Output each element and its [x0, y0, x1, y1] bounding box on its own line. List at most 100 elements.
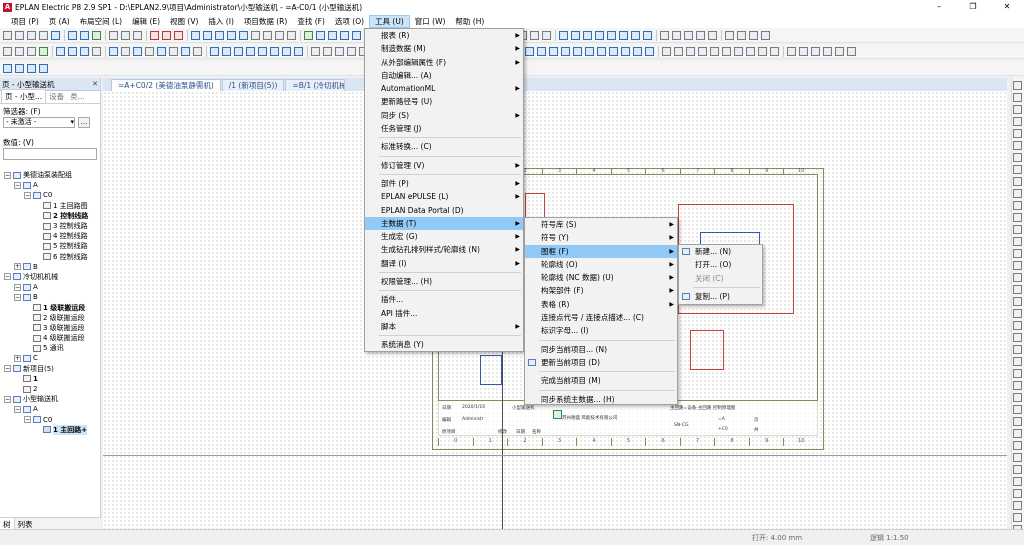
toolbar-button-icon[interactable]	[323, 46, 332, 56]
menu-item-10[interactable]: 窗口 (W)	[410, 15, 451, 28]
toolbar-button-icon[interactable]	[619, 30, 628, 40]
toolbar-button-icon[interactable]	[609, 46, 618, 56]
drawing-tool-icon[interactable]	[1013, 117, 1022, 126]
toolbar-button-icon[interactable]	[725, 30, 734, 40]
drawing-tool-icon[interactable]	[1013, 285, 1022, 294]
menu-item[interactable]: 制造数据 (M) ▶	[365, 42, 523, 55]
toolbar-button-icon[interactable]	[56, 46, 65, 56]
menu-item[interactable]: 轮廓线 (O) ▶	[525, 258, 677, 271]
drawing-tool-icon[interactable]	[1013, 225, 1022, 234]
menu-item[interactable]: 修订管理 (V) ▶	[365, 159, 523, 172]
menu-item-11[interactable]: 帮助 (H)	[450, 15, 489, 28]
toolbar-button-icon[interactable]	[758, 46, 767, 56]
tree-node[interactable]: 3 控制线路	[0, 221, 100, 231]
menu-item[interactable]: 符号库 (S) ▶	[525, 218, 677, 231]
collapse-icon[interactable]: −	[14, 405, 21, 413]
tree-node[interactable]: − A	[0, 180, 100, 190]
drawing-tool-icon[interactable]	[1013, 105, 1022, 114]
document-tab[interactable]: =B/1 (冷切机械)	[285, 79, 346, 91]
tree-node[interactable]: + C	[0, 353, 100, 363]
toolbar-button-icon[interactable]	[193, 46, 202, 56]
toolbar-button-icon[interactable]	[672, 30, 681, 40]
toolbar-button-icon[interactable]	[662, 46, 671, 56]
menu-item[interactable]: 同步系统主数据... (H)	[525, 393, 677, 406]
toolbar-button-icon[interactable]	[258, 46, 267, 56]
toolbar-button-icon[interactable]	[585, 46, 594, 56]
toolbar-button-icon[interactable]	[39, 30, 48, 40]
toolbar-button-icon[interactable]	[15, 30, 24, 40]
tree-node[interactable]: 1	[0, 374, 100, 384]
tree-node[interactable]: 2 控制线路	[0, 211, 100, 221]
toolbar-button-icon[interactable]	[787, 46, 796, 56]
drawing-tool-icon[interactable]	[1013, 93, 1022, 102]
tree-node[interactable]: 4 控制线路	[0, 231, 100, 241]
tree-node[interactable]: 5 通讯	[0, 343, 100, 353]
toolbar-button-icon[interactable]	[121, 46, 130, 56]
drawing-tool-icon[interactable]	[1013, 165, 1022, 174]
value-input[interactable]	[3, 148, 97, 160]
drawing-tool-icon[interactable]	[1013, 141, 1022, 150]
tree-node[interactable]: − 美德油泵装配组	[0, 170, 100, 180]
close-button[interactable]: ✕	[990, 0, 1024, 14]
expand-icon[interactable]: +	[14, 354, 21, 362]
menu-item[interactable]: EPLAN ePULSE (L) ▶	[365, 190, 523, 203]
tree-node[interactable]: 6 控制线路	[0, 252, 100, 262]
tree-node[interactable]: − A	[0, 404, 100, 414]
drawing-tool-icon[interactable]	[1013, 333, 1022, 342]
drawing-tool-icon[interactable]	[1013, 345, 1022, 354]
toolbar-button-icon[interactable]	[27, 63, 36, 73]
toolbar-button-icon[interactable]	[645, 46, 654, 56]
toolbar-button-icon[interactable]	[696, 30, 705, 40]
menu-item-1[interactable]: 页 (A)	[44, 15, 75, 28]
menu-item[interactable]: 表格 (R) ▶	[525, 298, 677, 311]
toolbar-button-icon[interactable]	[316, 30, 325, 40]
collapse-icon[interactable]: −	[14, 283, 21, 291]
tree-node[interactable]: 1 主回路+	[0, 424, 100, 435]
toolbar-button-icon[interactable]	[68, 30, 77, 40]
toolbar-button-icon[interactable]	[275, 30, 284, 40]
toolbar-button-icon[interactable]	[92, 30, 101, 40]
toolbar-button-icon[interactable]	[227, 30, 236, 40]
menu-item-4[interactable]: 视图 (V)	[165, 15, 203, 28]
tab-pages[interactable]: 页 - 小型...	[1, 89, 47, 103]
collapse-icon[interactable]: −	[14, 293, 21, 301]
toolbar-button-icon[interactable]	[761, 30, 770, 40]
toolbar-button-icon[interactable]	[145, 46, 154, 56]
toolbar-button-icon[interactable]	[80, 46, 89, 56]
drawing-tool-icon[interactable]	[1013, 273, 1022, 282]
toolbar-button-icon[interactable]	[746, 46, 755, 56]
document-tab[interactable]: /1 (新项目(5))	[221, 79, 285, 91]
toolbar-button-icon[interactable]	[181, 46, 190, 56]
toolbar-button-icon[interactable]	[347, 46, 356, 56]
toolbar-button-icon[interactable]	[749, 30, 758, 40]
collapse-icon[interactable]: −	[4, 171, 11, 179]
tree-node[interactable]: − 小型输送机	[0, 394, 100, 404]
menu-item[interactable]: AutomationML ▶	[365, 82, 523, 95]
toolbar-button-icon[interactable]	[684, 30, 693, 40]
tree-node[interactable]: 2 级联搬运段	[0, 313, 100, 323]
toolbar-button-icon[interactable]	[631, 30, 640, 40]
drawing-tool-icon[interactable]	[1013, 177, 1022, 186]
drawing-tool-icon[interactable]	[1013, 237, 1022, 246]
drawing-tool-icon[interactable]	[1013, 513, 1022, 522]
toolbar-button-icon[interactable]	[109, 46, 118, 56]
toolbar-button-icon[interactable]	[133, 46, 142, 56]
panel-close-icon[interactable]: ✕	[92, 80, 98, 88]
menu-item[interactable]: 生成宏 (G) ▶	[365, 230, 523, 243]
menu-item[interactable]: EPLAN Data Portal (D)	[365, 204, 523, 217]
toolbar-button-icon[interactable]	[549, 46, 558, 56]
tab-types[interactable]: 类...	[67, 90, 88, 103]
toolbar-button-icon[interactable]	[210, 46, 219, 56]
drawing-tool-icon[interactable]	[1013, 477, 1022, 486]
toolbar-button-icon[interactable]	[287, 30, 296, 40]
toolbar-button-icon[interactable]	[27, 46, 36, 56]
toolbar-button-icon[interactable]	[203, 30, 212, 40]
menu-item[interactable]: 脚本 ▶	[365, 320, 523, 333]
toolbar-button-icon[interactable]	[770, 46, 779, 56]
toolbar-button-icon[interactable]	[698, 46, 707, 56]
drawing-tool-icon[interactable]	[1013, 489, 1022, 498]
menu-item[interactable]: 图框 (F) ▶	[525, 244, 677, 258]
drawing-tool-icon[interactable]	[1013, 201, 1022, 210]
menu-item[interactable]: 构架部件 (F) ▶	[525, 284, 677, 297]
toolbar-button-icon[interactable]	[27, 30, 36, 40]
